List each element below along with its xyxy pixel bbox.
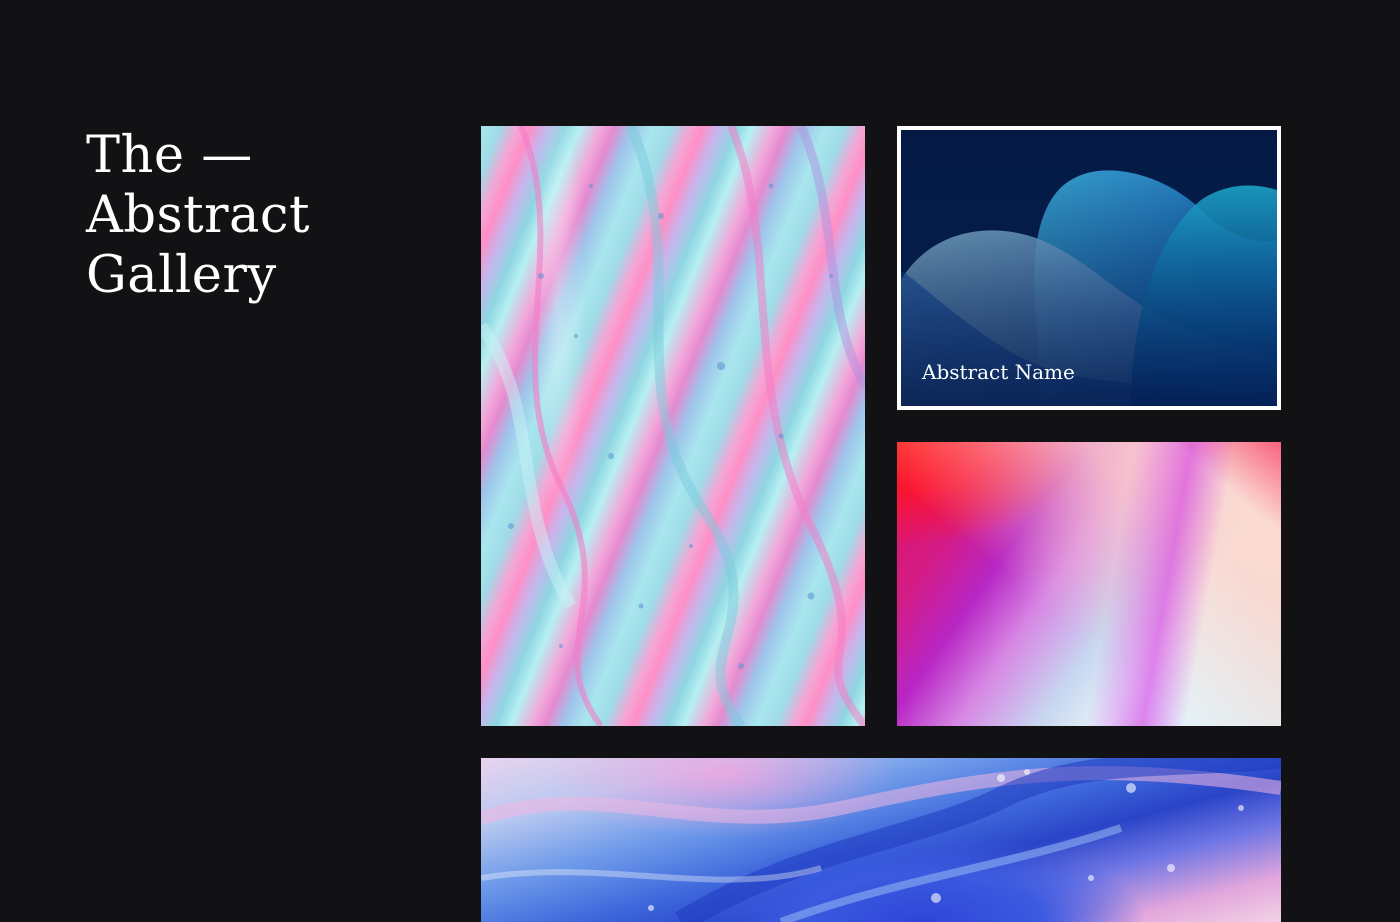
page-title-line-3: Gallery — [86, 246, 277, 305]
gradient-artwork-highlight — [897, 442, 1281, 726]
page-title: The — Abstract Gallery — [86, 126, 310, 306]
wide-marble-artwork-image — [481, 758, 1281, 922]
gallery-tile-marble[interactable] — [481, 126, 865, 726]
tile-caption: Abstract Name — [922, 360, 1075, 384]
gallery-tile-wide-marble[interactable] — [481, 758, 1281, 922]
gallery-tile-waves[interactable]: Abstract Name — [897, 126, 1281, 410]
page-title-line-1: The — — [86, 126, 253, 185]
page-title-line-2: Abstract — [86, 186, 310, 245]
gallery-tile-gradient[interactable] — [897, 442, 1281, 726]
marble-artwork-image — [481, 126, 865, 726]
